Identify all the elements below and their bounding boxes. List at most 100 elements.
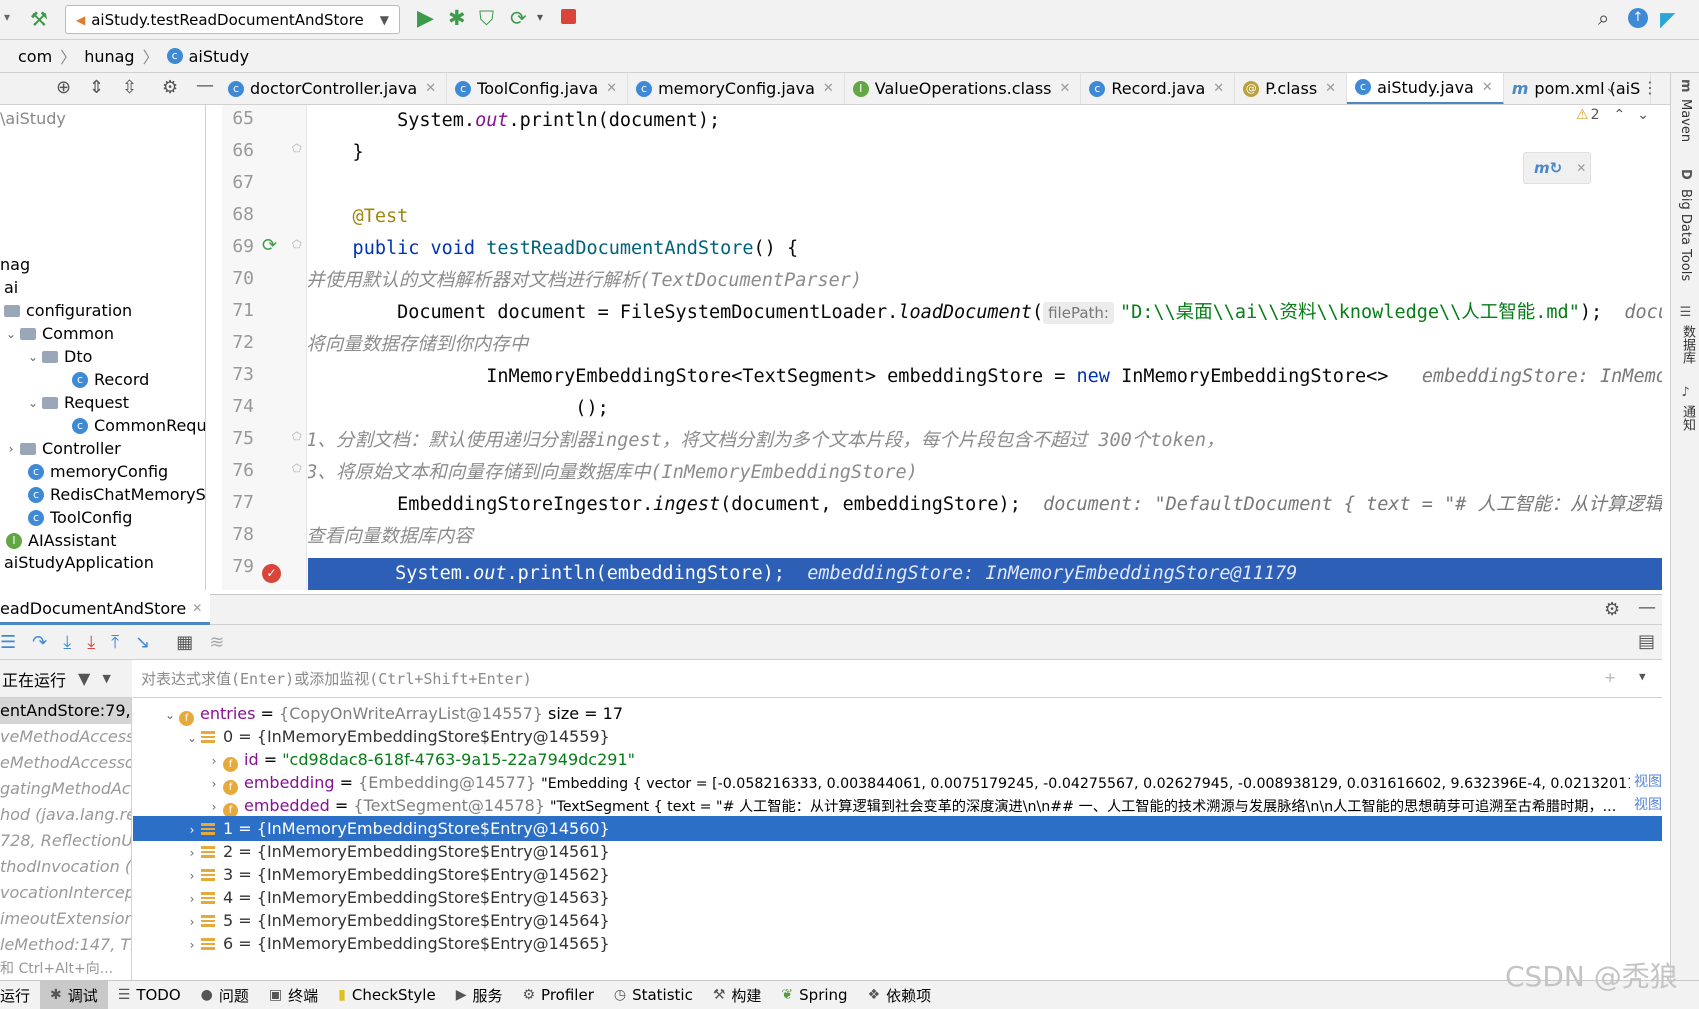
search-icon[interactable]: ⌕ (1598, 6, 1609, 30)
collapse-all-icon[interactable]: ⇳ (122, 77, 137, 98)
fold-icon[interactable]: ⬠ (292, 238, 302, 251)
tree-item-package[interactable]: nag (0, 252, 30, 277)
tab-doctor-controller[interactable]: c doctorController.java ✕ (220, 73, 448, 104)
close-icon[interactable]: ✕ (1325, 81, 1336, 96)
expand-all-icon[interactable]: ⇕ (89, 77, 104, 98)
step-out-icon[interactable]: ⤒ (111, 632, 119, 653)
tab-ai-study[interactable]: c aiStudy.java ✕ (1347, 73, 1504, 104)
frame-item[interactable]: vocationIntercepto (0, 880, 131, 906)
chevron-down-icon[interactable]: ▼ (1639, 670, 1646, 683)
variable-row[interactable]: › 5 = {InMemoryEmbeddingStore$Entry@14564… (133, 908, 1662, 933)
profiler-tool-button[interactable]: ⚙ Profiler (512, 981, 603, 1009)
debug-bug-icon[interactable]: ✱ (448, 6, 466, 30)
close-icon[interactable]: ✕ (1576, 161, 1586, 175)
plugin-logo-icon[interactable]: ◤ (1660, 7, 1675, 31)
tab-tool-config[interactable]: c ToolConfig.java ✕ (447, 73, 629, 104)
variable-row[interactable]: › f id = "cd98dac8-618f-4763-9a15-22a7949d… (133, 747, 1662, 772)
frame-item[interactable]: 728, ReflectionUtil (0, 828, 131, 854)
chevron-down-icon[interactable]: ⌄ (24, 350, 42, 364)
more-options-icon[interactable]: ⋮ (1642, 78, 1658, 97)
breakpoint-icon[interactable]: ✓ (262, 564, 281, 583)
profile-icon[interactable]: ⟳ (510, 6, 527, 30)
update-icon[interactable]: ↑ (1628, 8, 1648, 28)
inspection-widget[interactable]: ⚠ 2 ⌃ ⌄ (1576, 107, 1649, 123)
chevron-right-icon[interactable]: › (2, 442, 20, 456)
maven-tool-button[interactable]: Maven (1678, 99, 1693, 142)
tree-item-record[interactable]: c Record (72, 367, 149, 392)
tab-record[interactable]: c Record.java ✕ (1081, 73, 1236, 104)
run-to-cursor-icon[interactable]: ↘ (135, 632, 150, 653)
terminal-tool-button[interactable]: ▣ 终端 (259, 981, 328, 1009)
tree-item-ai-assistant[interactable]: I AIAssistant (6, 528, 117, 553)
variable-row[interactable]: › 1 = {InMemoryEmbeddingStore$Entry@14560… (133, 816, 1662, 841)
chevron-down-icon[interactable]: ⌄ (24, 396, 42, 410)
tree-item-common-request[interactable]: c CommonRequest (72, 413, 205, 438)
step-into-icon[interactable]: ⤓ (63, 632, 71, 653)
variable-row[interactable]: › f embedding = {Embedding@14577} "Embeddi… (133, 770, 1662, 795)
tab-value-operations[interactable]: I ValueOperations.class ✕ (845, 73, 1082, 104)
fold-icon[interactable]: ⬠ (292, 462, 302, 475)
build-tool-button[interactable]: ⚒ 构建 (703, 981, 772, 1009)
tabs-overflow-chevron-icon[interactable]: ⌄ (1605, 80, 1617, 96)
database-tool-button[interactable]: 数据库 (1678, 325, 1697, 364)
frame-item[interactable]: thodInvocation (o (0, 854, 131, 880)
frame-item[interactable]: veMethodAccess (0, 724, 131, 750)
spring-tool-button[interactable]: ❦ Spring (771, 981, 857, 1009)
close-icon[interactable]: ✕ (192, 601, 202, 615)
chevron-right-icon[interactable]: › (183, 933, 201, 958)
variable-row[interactable]: › 4 = {InMemoryEmbeddingStore$Entry@14563… (133, 885, 1662, 910)
close-icon[interactable]: ✕ (1482, 80, 1493, 95)
close-icon[interactable]: ✕ (1059, 81, 1070, 96)
hide-panel-icon[interactable]: — (196, 75, 214, 96)
debug-tool-button[interactable]: ✱ 调试 (40, 980, 108, 1009)
evaluate-expression-input[interactable]: 对表达式求值(Enter)或添加监视(Ctrl+Shift+Enter) + ▼ (133, 660, 1662, 698)
variable-row[interactable]: › 3 = {InMemoryEmbeddingStore$Entry@14562… (133, 862, 1662, 887)
tree-item-common[interactable]: ⌄ Common (2, 321, 114, 346)
run-tool-button[interactable]: 运行 (0, 981, 40, 1009)
variable-row[interactable]: › f embedded = {TextSegment@14578} "TextSe… (133, 793, 1662, 818)
breadcrumb-item[interactable]: hunag (84, 47, 134, 66)
gear-icon[interactable]: ⚙ (1604, 599, 1620, 620)
code-editor[interactable]: System.out.println(document); } @Test pu… (308, 105, 1662, 590)
build-hammer-icon[interactable]: ⚒ (30, 7, 48, 31)
stop-icon[interactable] (561, 9, 576, 24)
tree-item-configuration[interactable]: configuration (4, 298, 132, 323)
frame-item[interactable]: leMethod:147, Tin (0, 932, 131, 958)
locate-target-icon[interactable]: ⊕ (56, 77, 71, 98)
view-link[interactable]: 视图 (1630, 770, 1662, 795)
frame-item[interactable]: gatingMethodAcc (0, 776, 131, 802)
variable-row[interactable]: ⌄ f entries = {CopyOnWriteArrayList@14557}… (133, 701, 1662, 726)
trace-icon[interactable]: ≋ (209, 632, 224, 653)
tab-pom-xml[interactable]: m pom.xml (aiS (1504, 73, 1652, 104)
todo-tool-button[interactable]: ☰ TODO (108, 981, 191, 1009)
dependencies-tool-button[interactable]: ❖ 依赖项 (858, 981, 942, 1009)
tree-item-application[interactable]: aiStudyApplication (4, 551, 154, 573)
breadcrumb-item[interactable]: aiStudy (189, 47, 249, 66)
chevron-down-icon[interactable]: ⌄ (1637, 107, 1649, 123)
debug-session-tab[interactable]: eadDocumentAndStore ✕ (0, 594, 211, 625)
fold-icon[interactable]: ⬠ (292, 430, 302, 443)
variable-row[interactable]: ⌄ 0 = {InMemoryEmbeddingStore$Entry@14559… (133, 724, 1662, 749)
run-test-gutter-icon[interactable]: ⟳ (262, 235, 277, 256)
tree-item-dto[interactable]: ⌄ Dto (24, 344, 92, 369)
thread-status[interactable]: 正在运行 (2, 667, 66, 691)
frame-item[interactable]: imeoutExtension ( (0, 906, 131, 932)
view-link[interactable]: 视图 (1630, 793, 1662, 818)
run-configuration-select[interactable]: ◀ aiStudy.testReadDocumentAndStore ▼ (65, 5, 400, 34)
tree-item-tool-config[interactable]: c ToolConfig (28, 505, 132, 530)
variable-row[interactable]: › 6 = {InMemoryEmbeddingStore$Entry@14565… (133, 931, 1662, 956)
chevron-up-icon[interactable]: ⌃ (1613, 107, 1625, 123)
layout-icon[interactable]: ▤ (1638, 631, 1655, 652)
tab-memory-config[interactable]: c memoryConfig.java ✕ (628, 73, 845, 104)
tree-item-controller[interactable]: › Controller (2, 436, 121, 461)
close-icon[interactable]: ✕ (425, 81, 436, 96)
threads-list-icon[interactable]: ☰ (0, 632, 16, 653)
hide-panel-icon[interactable]: — (1638, 597, 1656, 618)
tree-item-memory-config[interactable]: c memoryConfig (28, 459, 168, 484)
big-data-tools-button[interactable]: Big Data Tools (1678, 189, 1693, 281)
chevron-down-icon[interactable]: ⌄ (2, 327, 20, 341)
problems-tool-button[interactable]: ● 问题 (191, 981, 259, 1009)
filter-icon[interactable]: ▼ (78, 669, 90, 688)
tree-item-redis-chat-memory-store[interactable]: c RedisChatMemoryStore (28, 482, 205, 507)
chevron-right-icon[interactable]: › (205, 772, 223, 795)
